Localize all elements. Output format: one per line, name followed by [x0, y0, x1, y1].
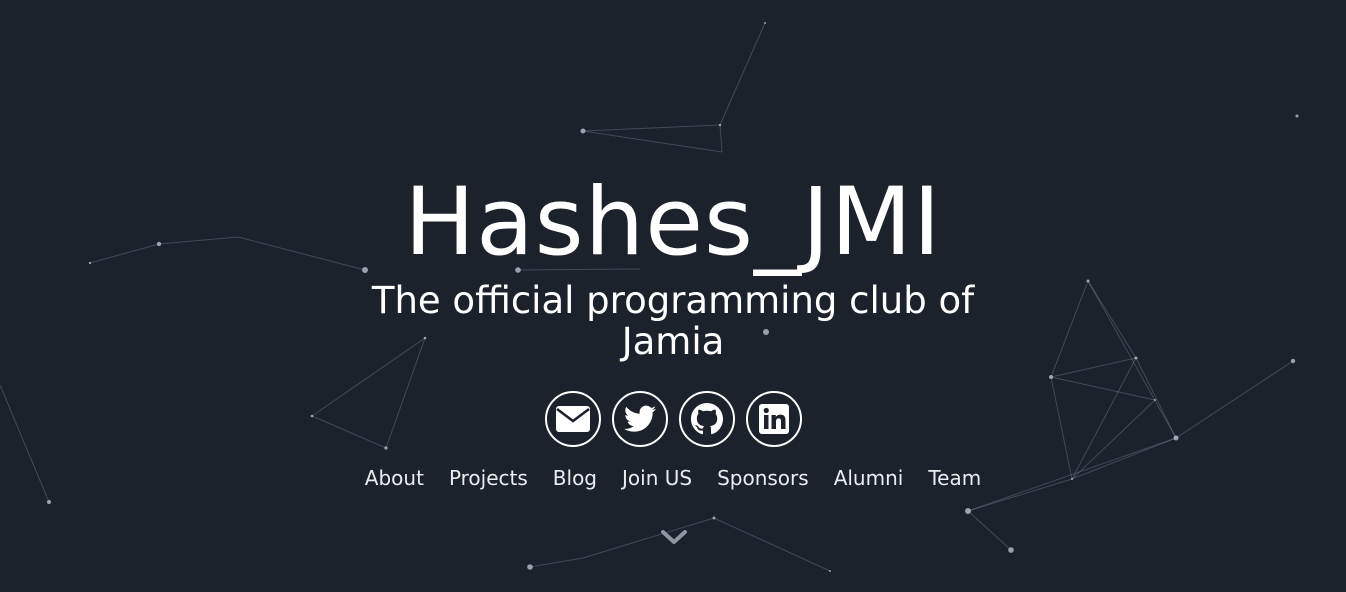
- site-title: Hashes_JMI: [404, 168, 942, 277]
- linkedin-icon: [758, 404, 789, 434]
- chevron-down-icon[interactable]: [660, 527, 688, 547]
- nav-alumni[interactable]: Alumni: [834, 466, 904, 490]
- hero-section: Hashes_JMI The official programming club…: [0, 0, 1346, 592]
- nav-team[interactable]: Team: [928, 466, 981, 490]
- email-link[interactable]: [544, 391, 601, 447]
- twitter-icon: [623, 405, 656, 432]
- main-nav: About Projects Blog Join US Sponsors Alu…: [0, 466, 1346, 490]
- nav-about[interactable]: About: [365, 466, 424, 490]
- subtitle-line-2: Jamia: [621, 320, 725, 363]
- nav-join-us[interactable]: Join US: [622, 466, 692, 490]
- nav-blog[interactable]: Blog: [553, 466, 597, 490]
- site-subtitle: The official programming club of Jamia: [0, 280, 1346, 362]
- github-icon: [690, 403, 723, 435]
- github-link[interactable]: [678, 391, 735, 447]
- envelope-icon: [555, 406, 590, 432]
- nav-sponsors[interactable]: Sponsors: [717, 466, 809, 490]
- nav-projects[interactable]: Projects: [449, 466, 528, 490]
- social-links: [0, 391, 1346, 447]
- subtitle-line-1: The official programming club of: [371, 279, 975, 322]
- linkedin-link[interactable]: [745, 391, 802, 447]
- twitter-link[interactable]: [611, 391, 668, 447]
